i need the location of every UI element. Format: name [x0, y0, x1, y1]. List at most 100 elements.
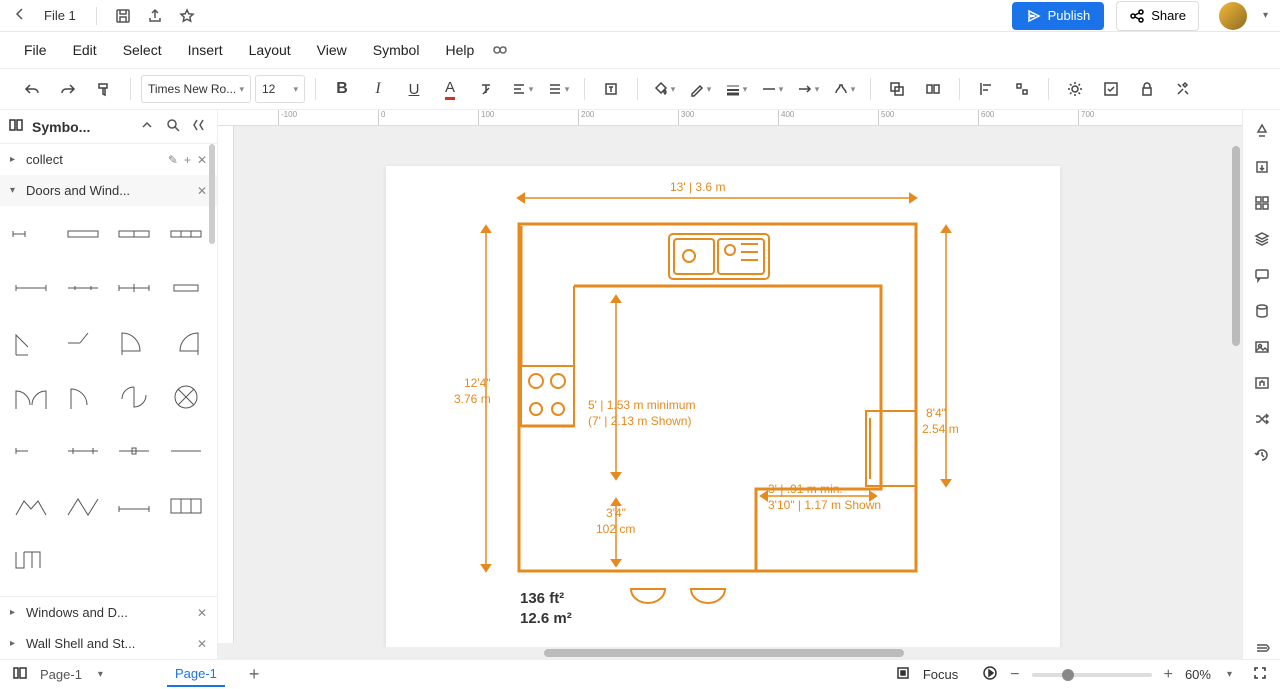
sidebar-scrollbar[interactable]: [209, 144, 215, 244]
group-button[interactable]: [881, 73, 913, 105]
check-button[interactable]: [1095, 73, 1127, 105]
canvas[interactable]: -1000100200300400500600700: [218, 110, 1242, 659]
shape-item[interactable]: [112, 214, 158, 254]
shape-item[interactable]: [60, 431, 106, 471]
section-wall[interactable]: ▸ Wall Shell and St... ✕: [0, 628, 217, 659]
shape-item[interactable]: [112, 323, 158, 363]
page-layout-icon[interactable]: [12, 665, 28, 684]
shape-item[interactable]: [8, 431, 54, 471]
shape-item[interactable]: [163, 377, 209, 417]
edit-icon[interactable]: ✎: [168, 153, 178, 167]
link-panel-icon[interactable]: [1251, 372, 1273, 394]
close-icon[interactable]: ✕: [197, 637, 207, 651]
avatar[interactable]: [1219, 2, 1247, 30]
publish-button[interactable]: Publish: [1012, 2, 1105, 30]
menu-layout[interactable]: Layout: [237, 36, 303, 64]
back-button[interactable]: [12, 6, 28, 25]
zoom-out-button[interactable]: −: [1010, 666, 1019, 684]
collapse-right-icon[interactable]: [1251, 637, 1273, 659]
shape-item[interactable]: [163, 431, 209, 471]
close-icon[interactable]: ✕: [197, 606, 207, 620]
comment-icon[interactable]: [1251, 264, 1273, 286]
play-icon[interactable]: [982, 665, 998, 684]
chevron-up-icon[interactable]: [139, 117, 157, 136]
layers-icon[interactable]: [1251, 228, 1273, 250]
vertical-scrollbar[interactable]: [1232, 146, 1240, 346]
shape-item[interactable]: [8, 485, 54, 525]
shape-item[interactable]: [163, 323, 209, 363]
menu-select[interactable]: Select: [111, 36, 174, 64]
collapse-icon[interactable]: [191, 117, 209, 136]
tools-button[interactable]: [1167, 73, 1199, 105]
shape-item[interactable]: [112, 377, 158, 417]
format-painter-button[interactable]: [88, 73, 120, 105]
shape-item[interactable]: [8, 268, 54, 308]
page-caret[interactable]: ▾: [98, 669, 103, 680]
section-collect[interactable]: ▸ collect ✎+✕: [0, 144, 217, 175]
line-style-button[interactable]: ▾: [756, 73, 788, 105]
line-weight-button[interactable]: ▾: [720, 73, 752, 105]
zoom-slider[interactable]: [1032, 673, 1152, 677]
shape-item[interactable]: [163, 268, 209, 308]
distribute-button[interactable]: [1006, 73, 1038, 105]
shape-item[interactable]: [163, 214, 209, 254]
shape-item[interactable]: [60, 268, 106, 308]
zoom-value[interactable]: 60%: [1185, 667, 1211, 682]
shape-item[interactable]: [8, 214, 54, 254]
export-panel-icon[interactable]: [1251, 156, 1273, 178]
menu-insert[interactable]: Insert: [176, 36, 235, 64]
menu-symbol[interactable]: Symbol: [361, 36, 432, 64]
shape-item[interactable]: [60, 485, 106, 525]
focus-icon[interactable]: [895, 665, 911, 684]
history-icon[interactable]: [1251, 444, 1273, 466]
add-page-button[interactable]: +: [249, 664, 260, 685]
line-color-button[interactable]: ▾: [684, 73, 716, 105]
menu-help[interactable]: Help: [433, 36, 486, 64]
connector-button[interactable]: ▾: [828, 73, 860, 105]
redo-button[interactable]: [52, 73, 84, 105]
shape-item[interactable]: [8, 540, 54, 580]
line-spacing-button[interactable]: ▾: [542, 73, 574, 105]
save-icon[interactable]: [113, 6, 133, 26]
section-windows[interactable]: ▸ Windows and D... ✕: [0, 596, 217, 628]
font-family-select[interactable]: Times New Ro...▾: [141, 75, 251, 103]
brightness-button[interactable]: [1059, 73, 1091, 105]
read-mode-icon[interactable]: [492, 41, 508, 60]
data-icon[interactable]: [1251, 300, 1273, 322]
horizontal-scrollbar[interactable]: [234, 647, 1242, 659]
account-dropdown-caret[interactable]: ▾: [1263, 10, 1268, 21]
shape-item[interactable]: [8, 377, 54, 417]
lock-button[interactable]: [1131, 73, 1163, 105]
shape-item[interactable]: [8, 323, 54, 363]
shape-item[interactable]: [60, 323, 106, 363]
menu-file[interactable]: File: [12, 36, 59, 64]
fill-button[interactable]: ▾: [648, 73, 680, 105]
section-doors[interactable]: ▾ Doors and Wind... ✕: [0, 175, 217, 206]
menu-view[interactable]: View: [305, 36, 359, 64]
search-icon[interactable]: [165, 117, 183, 136]
underline-button[interactable]: U: [398, 73, 430, 105]
zoom-caret[interactable]: ▾: [1227, 669, 1232, 680]
export-icon[interactable]: [145, 6, 165, 26]
star-icon[interactable]: [177, 6, 197, 26]
undo-button[interactable]: [16, 73, 48, 105]
shape-item[interactable]: [112, 268, 158, 308]
shape-item[interactable]: [112, 431, 158, 471]
page-selector[interactable]: Page-1: [40, 667, 82, 682]
font-color-button[interactable]: A: [434, 73, 466, 105]
menu-edit[interactable]: Edit: [61, 36, 109, 64]
shape-item[interactable]: [163, 485, 209, 525]
theme-icon[interactable]: [1251, 120, 1273, 142]
clear-format-button[interactable]: [470, 73, 502, 105]
image-icon[interactable]: [1251, 336, 1273, 358]
bold-button[interactable]: B: [326, 73, 358, 105]
close-icon[interactable]: ✕: [197, 184, 207, 198]
shape-item[interactable]: [60, 214, 106, 254]
arrow-style-button[interactable]: ▾: [792, 73, 824, 105]
zoom-in-button[interactable]: +: [1164, 666, 1173, 684]
text-tool-button[interactable]: [595, 73, 627, 105]
align-left-button[interactable]: [970, 73, 1002, 105]
shuffle-icon[interactable]: [1251, 408, 1273, 430]
shape-item[interactable]: [112, 485, 158, 525]
grid-icon[interactable]: [1251, 192, 1273, 214]
